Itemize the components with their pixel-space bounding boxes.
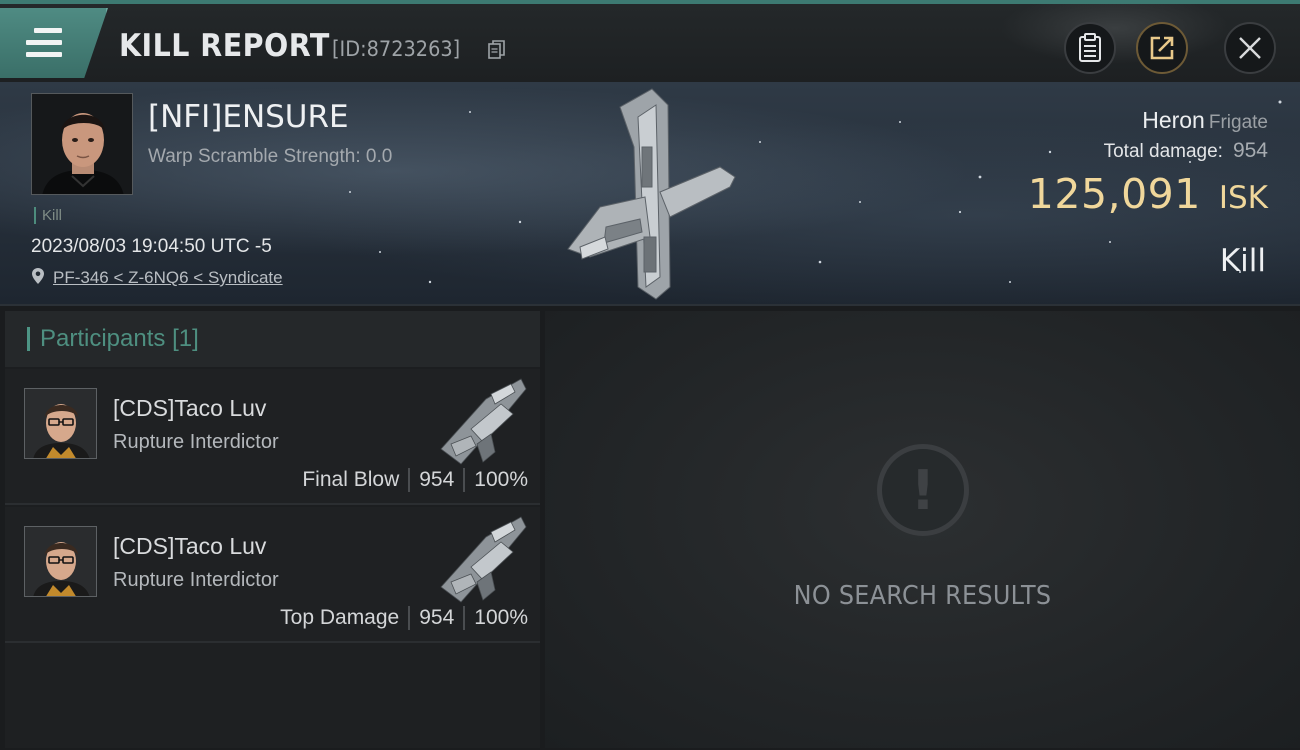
- participants-title: Participants [1]: [40, 325, 199, 353]
- total-damage-value: 954: [1232, 139, 1268, 162]
- share-button[interactable]: [1136, 22, 1188, 74]
- no-results-text: NO SEARCH RESULTS: [793, 581, 1052, 611]
- ship-info: Heron Frigate: [1142, 107, 1268, 134]
- rupture-ship-image: [440, 378, 527, 465]
- total-damage-label: Total damage:: [1103, 141, 1223, 162]
- participants-empty-area: [5, 643, 540, 748]
- isk-value: 125,091: [1027, 170, 1201, 218]
- participant-percent: 100%: [474, 606, 528, 629]
- participant-damage: 954: [419, 606, 455, 629]
- participant-portrait: [25, 389, 96, 458]
- participant-damage: 954: [419, 468, 455, 491]
- participant-stats: Top Damage 954 100%: [280, 606, 528, 630]
- participants-label: Participants: [40, 325, 166, 352]
- clipboard-icon: [1079, 33, 1101, 62]
- victim-avatar[interactable]: [31, 93, 133, 195]
- kill-datetime: 2023/08/03 19:04:50 UTC -5: [31, 236, 272, 257]
- divider: [408, 606, 411, 630]
- participant-ship: Rupture Interdictor: [113, 569, 279, 591]
- participant-percent: 100%: [474, 468, 528, 491]
- warp-scramble-strength: Warp Scramble Strength: 0.0: [148, 146, 393, 167]
- rupture-ship-image: [440, 516, 527, 603]
- kill-tag: Kill: [34, 207, 62, 224]
- close-button[interactable]: [1224, 22, 1276, 74]
- victim-portrait: [32, 94, 132, 194]
- victim-banner: [NFI]ENSURE Warp Scramble Strength: 0.0 …: [0, 82, 1300, 306]
- copy-icon[interactable]: [488, 40, 506, 60]
- header-accent-mark: [27, 327, 30, 351]
- heron-ship-image: [567, 88, 736, 300]
- ship-name[interactable]: Heron: [1142, 107, 1205, 133]
- participant-name[interactable]: [CDS]Taco Luv: [113, 533, 266, 560]
- share-icon: [1150, 36, 1174, 60]
- victim-name[interactable]: [NFI]ENSURE: [148, 99, 349, 135]
- total-damage: Total damage: 954: [1104, 139, 1268, 163]
- divider: [463, 468, 466, 492]
- participant-row[interactable]: [CDS]Taco Luv Rupture Interdictor Final …: [5, 369, 540, 505]
- isk-unit: ISK: [1218, 180, 1268, 216]
- participant-portrait: [25, 527, 96, 596]
- divider: [408, 468, 411, 492]
- participants-panel: Participants [1] [CDS]Taco Luv Rupture I…: [5, 311, 540, 748]
- participant-avatar[interactable]: [24, 526, 97, 597]
- participants-count: [1]: [172, 325, 199, 352]
- clipboard-button[interactable]: [1064, 22, 1116, 74]
- search-results-panel: ! NO SEARCH RESULTS: [545, 311, 1300, 748]
- kill-id: [ID:8723263]: [332, 37, 461, 61]
- menu-icon: [26, 28, 62, 64]
- location-link[interactable]: PF-346 < Z-6NQ6 < Syndicate: [53, 268, 283, 288]
- participant-ship: Rupture Interdictor: [113, 431, 279, 453]
- page-title: KILL REPORT: [119, 28, 330, 64]
- participant-name[interactable]: [CDS]Taco Luv: [113, 395, 266, 422]
- participant-role: Top Damage: [280, 606, 400, 629]
- participant-avatar[interactable]: [24, 388, 97, 459]
- ship-class: Frigate: [1208, 112, 1268, 133]
- location-pin-icon: [32, 268, 44, 284]
- divider: [463, 606, 466, 630]
- participant-stats: Final Blow 954 100%: [302, 468, 528, 492]
- close-icon: [1239, 37, 1261, 59]
- kill-result: Kill: [1219, 243, 1266, 279]
- participants-header: Participants [1]: [5, 311, 540, 367]
- menu-button[interactable]: [0, 8, 108, 78]
- participant-role: Final Blow: [302, 468, 400, 491]
- isk-value-row: 125,091 ISK: [1028, 170, 1268, 218]
- participant-row[interactable]: [CDS]Taco Luv Rupture Interdictor Top Da…: [5, 507, 540, 643]
- top-bar: KILL REPORT [ID:8723263]: [0, 0, 1300, 82]
- exclamation-icon: !: [877, 444, 969, 536]
